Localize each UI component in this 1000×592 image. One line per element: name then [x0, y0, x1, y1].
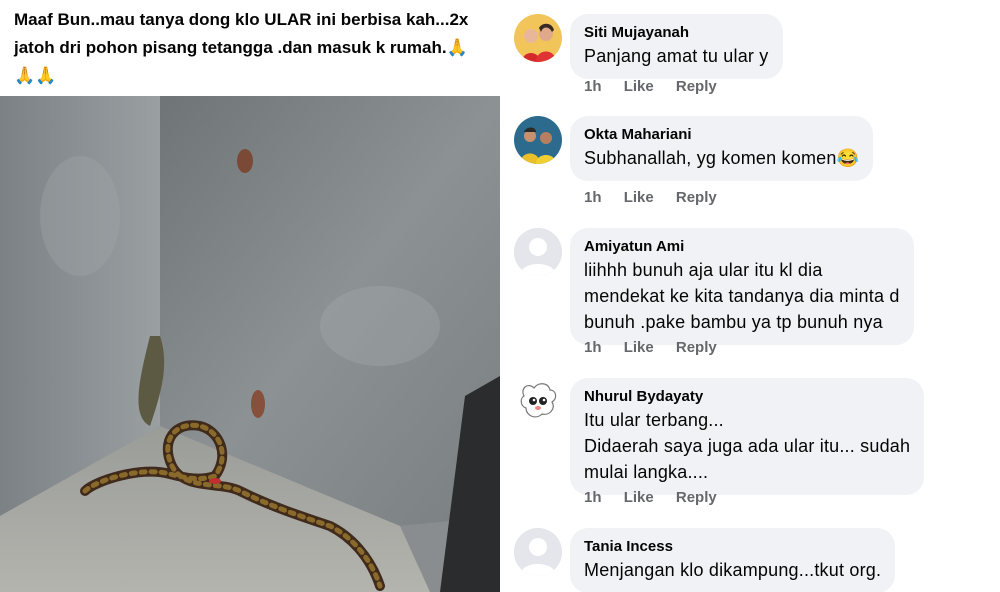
- post-caption-line: jatoh dri pohon pisang tetangga .dan mas…: [14, 34, 484, 62]
- comment-text-line: mulai langka....: [584, 462, 709, 482]
- comment-author[interactable]: Tania Incess: [584, 537, 881, 557]
- comment-actions: 1h Like Reply: [584, 339, 735, 356]
- reply-button[interactable]: Reply: [676, 489, 717, 506]
- comment-text-line: bunuh .pake bambu ya tp bunuh nya: [584, 312, 883, 332]
- post-panel: Maaf Bun..mau tanya dong klo ULAR ini be…: [0, 0, 500, 592]
- comment-bubble: Okta Mahariani Subhanallah, yg komen kom…: [570, 116, 874, 181]
- cartoon-avatar-icon: [514, 378, 562, 426]
- avatar[interactable]: [514, 378, 562, 426]
- reply-button[interactable]: Reply: [676, 78, 717, 95]
- pray-emoji: 🙏: [14, 66, 36, 85]
- post-photo[interactable]: [0, 96, 500, 592]
- comment-actions: 1h Like Reply: [584, 489, 735, 506]
- like-button[interactable]: Like: [624, 78, 654, 95]
- comments-panel: Siti Mujayanah Panjang amat tu ular y 1h…: [500, 0, 1000, 592]
- pray-emoji: 🙏: [446, 38, 468, 57]
- comment-text: Menjangan klo dikampung...tkut org.: [584, 560, 882, 580]
- comment-actions: 1h Like Reply: [584, 78, 735, 95]
- comment-text-line: Itu ular terbang...: [584, 410, 724, 430]
- reply-button[interactable]: Reply: [676, 189, 717, 206]
- comment-text-line: Didaerah saya juga ada ular itu... sudah: [584, 436, 911, 456]
- comment-actions: 1h Like Reply: [584, 189, 735, 206]
- comment-author[interactable]: Amiyatun Ami: [584, 237, 900, 257]
- default-profile-icon: [514, 228, 562, 276]
- comment-author[interactable]: Siti Mujayanah: [584, 23, 769, 43]
- comment-bubble: Nhurul Bydayaty Itu ular terbang... Dida…: [570, 378, 925, 495]
- comment-author[interactable]: Okta Mahariani: [584, 125, 859, 145]
- comment-text-line: liihhh bunuh aja ular itu kl dia: [584, 260, 823, 280]
- comment-bubble: Siti Mujayanah Panjang amat tu ular y: [570, 14, 783, 79]
- avatar[interactable]: [514, 116, 562, 164]
- profile-photo-icon: [514, 116, 562, 164]
- comment-text: Subhanallah, yg komen komen😂: [584, 148, 860, 168]
- comment-bubble: Tania Incess Menjangan klo dikampung...t…: [570, 528, 896, 592]
- post-caption-line: Maaf Bun..mau tanya dong klo ULAR ini be…: [14, 10, 469, 29]
- comment-time[interactable]: 1h: [584, 189, 602, 206]
- avatar[interactable]: [514, 228, 562, 276]
- reply-button[interactable]: Reply: [676, 339, 717, 356]
- comment-bubble: Amiyatun Ami liihhh bunuh aja ular itu k…: [570, 228, 914, 345]
- avatar[interactable]: [514, 528, 562, 576]
- pray-emoji: 🙏: [35, 66, 57, 85]
- comment-text-line: mendekat ke kita tandanya dia minta d: [584, 286, 900, 306]
- default-profile-icon: [514, 528, 562, 576]
- like-button[interactable]: Like: [624, 489, 654, 506]
- like-button[interactable]: Like: [624, 189, 654, 206]
- avatar[interactable]: [514, 14, 562, 62]
- post-caption: Maaf Bun..mau tanya dong klo ULAR ini be…: [14, 6, 484, 90]
- comment-author[interactable]: Nhurul Bydayaty: [584, 387, 910, 407]
- comment-time[interactable]: 1h: [584, 78, 602, 95]
- snake-photo-illustration: [0, 96, 500, 592]
- comment-time[interactable]: 1h: [584, 489, 602, 506]
- profile-photo-icon: [514, 14, 562, 62]
- comment-time[interactable]: 1h: [584, 339, 602, 356]
- post-caption-emojis: 🙏🙏: [14, 62, 484, 90]
- comment-text: Panjang amat tu ular y: [584, 46, 769, 66]
- like-button[interactable]: Like: [624, 339, 654, 356]
